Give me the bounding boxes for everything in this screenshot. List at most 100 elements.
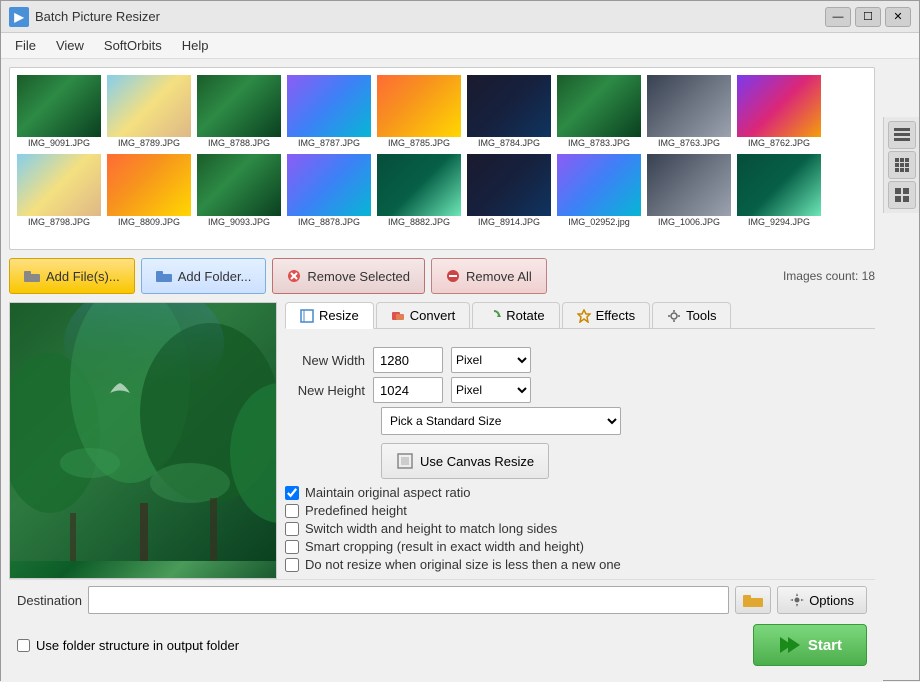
- list-item[interactable]: IMG_8763.JPG: [646, 74, 732, 149]
- thumb-label: IMG_8785.JPG: [388, 138, 450, 148]
- height-unit-select[interactable]: Pixel Percent Cm Inch: [451, 377, 531, 403]
- destination-input[interactable]: [88, 586, 729, 614]
- app-title: Batch Picture Resizer: [35, 9, 825, 24]
- smart_cropping-checkbox[interactable]: [285, 540, 299, 554]
- menu-view[interactable]: View: [46, 36, 94, 55]
- bottom-section: Resize Convert Rotate Effects: [9, 302, 875, 579]
- list-item[interactable]: IMG_8788.JPG: [196, 74, 282, 149]
- thumb-label: IMG_8798.JPG: [28, 217, 90, 227]
- canvas-area: Use Canvas Resize: [285, 443, 875, 479]
- list-item[interactable]: IMG_9294.JPG: [736, 153, 822, 228]
- thumb-label: IMG_8788.JPG: [208, 138, 270, 148]
- thumb-label: IMG_02952.jpg: [568, 217, 630, 227]
- switch_width_height-checkbox[interactable]: [285, 522, 299, 536]
- list-item[interactable]: IMG_1006.JPG: [646, 153, 732, 228]
- thumb-label: IMG_1006.JPG: [658, 217, 720, 227]
- add-folder-button[interactable]: Add Folder...: [141, 258, 267, 294]
- predefined_height-checkbox[interactable]: [285, 504, 299, 518]
- tab-resize[interactable]: Resize: [285, 302, 374, 329]
- image-grid[interactable]: IMG_9091.JPG IMG_8789.JPG IMG_8788.JPG IMG_…: [9, 67, 875, 250]
- list-item[interactable]: IMG_8809.JPG: [106, 153, 192, 228]
- checkboxes-container: Maintain original aspect ratio Predefined…: [285, 485, 875, 572]
- remove-all-button[interactable]: Remove All: [431, 258, 547, 294]
- list-item[interactable]: IMG_8882.JPG: [376, 153, 462, 228]
- width-row: New Width Pixel Percent Cm Inch: [285, 347, 875, 373]
- list-item[interactable]: IMG_8878.JPG: [286, 153, 372, 228]
- width-label: New Width: [285, 353, 365, 368]
- list-item[interactable]: IMG_8914.JPG: [466, 153, 552, 228]
- thumb-label: IMG_9091.JPG: [28, 138, 90, 148]
- bottom-bar: Use folder structure in output folder St…: [9, 620, 875, 674]
- tabs-row: Resize Convert Rotate Effects: [285, 302, 875, 329]
- height-input[interactable]: [373, 377, 443, 403]
- toolbar-view3[interactable]: [888, 181, 916, 209]
- browse-folder-button[interactable]: [735, 586, 771, 614]
- checkbox-row: Predefined height: [285, 503, 875, 518]
- titlebar: ▶ Batch Picture Resizer — ☐ ✕: [1, 1, 919, 33]
- folder-structure-label: Use folder structure in output folder: [36, 638, 239, 653]
- thumb-label: IMG_8878.JPG: [298, 217, 360, 227]
- predefined_height-label: Predefined height: [305, 503, 407, 518]
- main-content: IMG_9091.JPG IMG_8789.JPG IMG_8788.JPG IMG_…: [1, 59, 919, 682]
- controls-panel: Resize Convert Rotate Effects: [285, 302, 875, 579]
- remove-selected-button[interactable]: Remove Selected: [272, 258, 425, 294]
- checkbox-row: Maintain original aspect ratio: [285, 485, 875, 500]
- list-item[interactable]: IMG_8798.JPG: [16, 153, 102, 228]
- images-count: Images count: 18: [783, 269, 875, 283]
- list-item[interactable]: IMG_8783.JPG: [556, 74, 642, 149]
- menubar: File View SoftOrbits Help: [1, 33, 919, 59]
- thumb-label: IMG_8783.JPG: [568, 138, 630, 148]
- close-button[interactable]: ✕: [885, 7, 911, 27]
- list-item[interactable]: IMG_02952.jpg: [556, 153, 642, 228]
- width-input[interactable]: [373, 347, 443, 373]
- menu-softorbits[interactable]: SoftOrbits: [94, 36, 172, 55]
- start-button[interactable]: Start: [753, 624, 867, 666]
- no_resize_smaller-checkbox[interactable]: [285, 558, 299, 572]
- toolbar-view1[interactable]: [888, 121, 916, 149]
- standard-size-select[interactable]: Pick a Standard Size 640x480 800x600 102…: [381, 407, 621, 435]
- window-controls: — ☐ ✕: [825, 7, 911, 27]
- minimize-button[interactable]: —: [825, 7, 851, 27]
- checkbox-row: Switch width and height to match long si…: [285, 521, 875, 536]
- list-item[interactable]: IMG_8789.JPG: [106, 74, 192, 149]
- action-row: Add File(s)... Add Folder... Remove Sele…: [9, 258, 875, 294]
- checkbox-row: Do not resize when original size is less…: [285, 557, 875, 572]
- standard-row: Pick a Standard Size 640x480 800x600 102…: [285, 407, 875, 435]
- thumb-label: IMG_9294.JPG: [748, 217, 810, 227]
- canvas-resize-button[interactable]: Use Canvas Resize: [381, 443, 549, 479]
- folder-structure-checkbox[interactable]: [17, 639, 30, 652]
- add-files-button[interactable]: Add File(s)...: [9, 258, 135, 294]
- height-label: New Height: [285, 383, 365, 398]
- height-row: New Height Pixel Percent Cm Inch: [285, 377, 875, 403]
- maintain_ratio-label: Maintain original aspect ratio: [305, 485, 470, 500]
- list-item[interactable]: IMG_8785.JPG: [376, 74, 462, 149]
- switch_width_height-label: Switch width and height to match long si…: [305, 521, 557, 536]
- options-button[interactable]: Options: [777, 586, 867, 614]
- right-toolbar: [883, 117, 919, 213]
- folder-structure-row: Use folder structure in output folder: [17, 638, 239, 653]
- tab-convert[interactable]: Convert: [376, 302, 471, 328]
- no_resize_smaller-label: Do not resize when original size is less…: [305, 557, 621, 572]
- toolbar-view2[interactable]: [888, 151, 916, 179]
- list-item[interactable]: IMG_8787.JPG: [286, 74, 372, 149]
- maintain_ratio-checkbox[interactable]: [285, 486, 299, 500]
- list-item[interactable]: IMG_8784.JPG: [466, 74, 552, 149]
- tab-effects[interactable]: Effects: [562, 302, 651, 328]
- thumb-label: IMG_8787.JPG: [298, 138, 360, 148]
- thumb-label: IMG_9093.JPG: [208, 217, 270, 227]
- destination-label: Destination: [17, 593, 82, 608]
- menu-file[interactable]: File: [5, 36, 46, 55]
- resize-controls: New Width Pixel Percent Cm Inch New Heig…: [285, 343, 875, 579]
- checkbox-row: Smart cropping (result in exact width an…: [285, 539, 875, 554]
- tab-tools[interactable]: Tools: [652, 302, 731, 328]
- smart_cropping-label: Smart cropping (result in exact width an…: [305, 539, 584, 554]
- thumb-label: IMG_8914.JPG: [478, 217, 540, 227]
- maximize-button[interactable]: ☐: [855, 7, 881, 27]
- tab-rotate[interactable]: Rotate: [472, 302, 559, 328]
- app-icon: ▶: [9, 7, 29, 27]
- list-item[interactable]: IMG_9093.JPG: [196, 153, 282, 228]
- menu-help[interactable]: Help: [172, 36, 219, 55]
- list-item[interactable]: IMG_8762.JPG: [736, 74, 822, 149]
- width-unit-select[interactable]: Pixel Percent Cm Inch: [451, 347, 531, 373]
- list-item[interactable]: IMG_9091.JPG: [16, 74, 102, 149]
